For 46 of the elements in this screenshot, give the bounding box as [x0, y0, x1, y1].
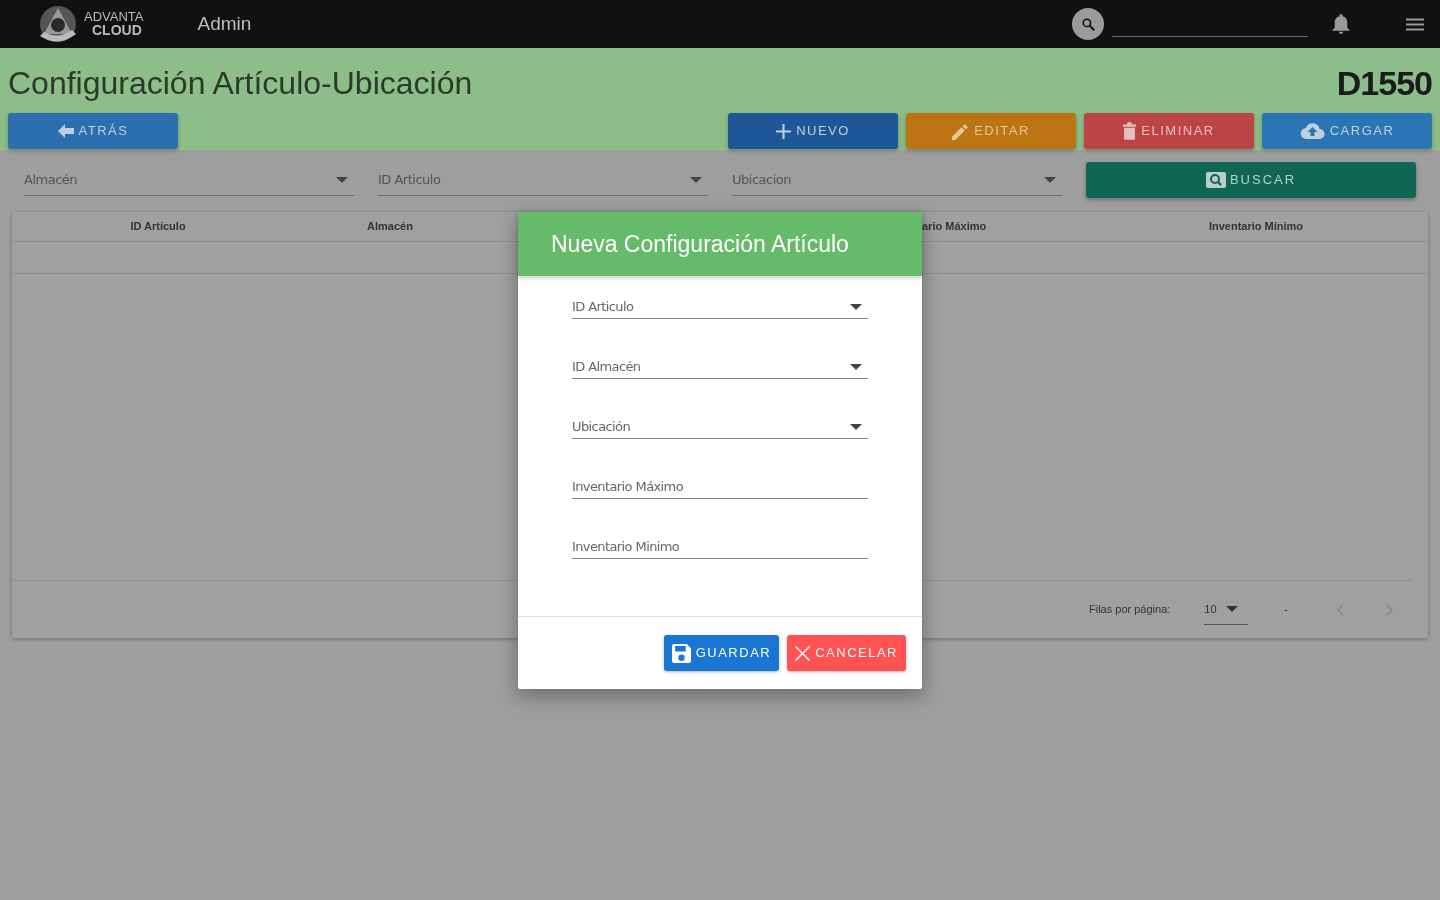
upload-button[interactable]: CARGAR	[1262, 113, 1432, 149]
modal-title: Nueva Configuración Artículo	[518, 212, 922, 276]
caret-icon	[850, 304, 862, 310]
page-code: D1550	[1336, 63, 1432, 104]
column-header: ID Artículo	[129, 219, 187, 235]
cloud-upload-icon	[1299, 123, 1325, 139]
search-icon	[1081, 17, 1095, 31]
search-icon	[1205, 172, 1226, 188]
column-header: Almacén	[366, 219, 414, 235]
section-title: Admin	[197, 11, 252, 36]
select-field[interactable]: ID Articulo	[378, 164, 708, 196]
select-field[interactable]: Almacén	[24, 164, 354, 196]
back-button[interactable]: ATRÁS	[8, 113, 178, 149]
input-field[interactable]: Inventario Minimo	[572, 536, 868, 559]
select-field[interactable]: ID Articulo	[572, 296, 868, 319]
new-button[interactable]: NUEVO	[728, 113, 898, 149]
trash-icon	[1123, 122, 1137, 140]
column-header: ario Máximo	[921, 219, 988, 235]
logo-text: ADVANTA	[84, 11, 144, 24]
plus-icon	[776, 123, 792, 139]
input-field[interactable]: Inventario Máximo	[572, 476, 868, 499]
rows-select[interactable]: 10	[1204, 594, 1249, 625]
caret-icon	[1226, 606, 1239, 612]
caret-icon	[850, 364, 862, 370]
close-icon	[795, 645, 811, 661]
pencil-icon	[952, 122, 970, 140]
select-field[interactable]: Ubicación	[572, 416, 868, 439]
rows-per-page-label: Filas por página:	[1089, 602, 1171, 618]
cancel-button[interactable]: CANCELAR	[787, 635, 906, 671]
page-range: -	[1284, 602, 1288, 618]
column-header: Inventario Mínimo	[1207, 219, 1305, 235]
select-field[interactable]: Ubicacion	[732, 164, 1062, 196]
bell-icon[interactable]	[1332, 12, 1350, 36]
arrow-left-icon	[57, 124, 74, 138]
delete-button[interactable]: ELIMINAR	[1084, 113, 1254, 149]
caret-icon	[690, 176, 702, 183]
caret-icon	[1044, 176, 1056, 183]
caret-icon	[850, 424, 862, 430]
save-button[interactable]: GUARDAR	[663, 635, 780, 671]
edit-button[interactable]: EDITAR	[906, 113, 1076, 149]
select-field[interactable]: ID Almacén	[572, 356, 868, 379]
search-button[interactable]: BUSCAR	[1086, 162, 1416, 198]
caret-icon	[336, 176, 348, 183]
page-title: Configuración Artículo-Ubicación	[8, 65, 473, 102]
search-button[interactable]	[1072, 8, 1104, 40]
logo-text: CLOUD	[91, 23, 143, 37]
